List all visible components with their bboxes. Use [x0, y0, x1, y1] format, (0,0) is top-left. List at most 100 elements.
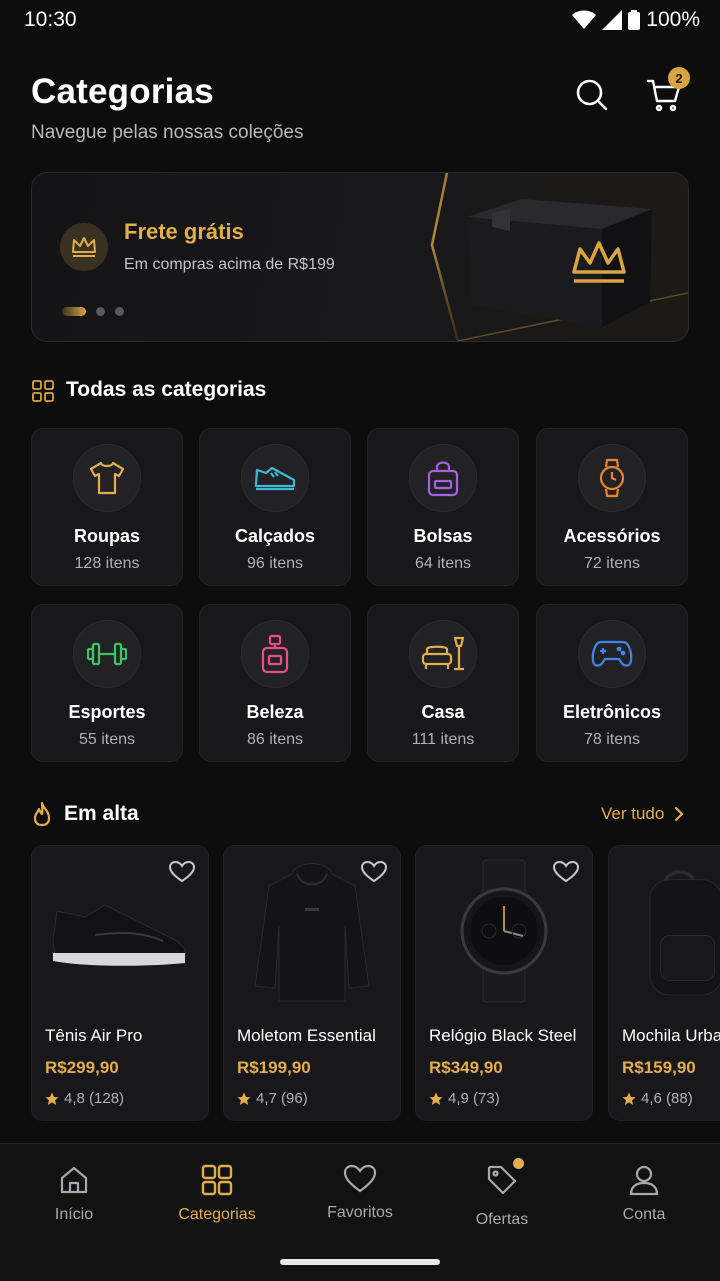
notification-dot	[513, 1158, 524, 1169]
heart-icon	[169, 861, 195, 883]
category-count: 78 itens	[583, 731, 641, 748]
heart-icon	[553, 861, 579, 883]
product-price: R$159,90	[622, 1058, 696, 1077]
category-card-casa[interactable]: Casa 111 itens	[367, 604, 519, 762]
sofa-lamp-icon	[421, 636, 465, 671]
category-card-bolsas[interactable]: Bolsas 64 itens	[367, 428, 519, 586]
product-rating-value: 4,7 (96)	[256, 1090, 308, 1107]
crown-badge	[60, 223, 108, 271]
gamepad-icon	[591, 640, 633, 667]
crown-icon	[72, 237, 96, 257]
nav-item-inicio[interactable]: Início	[2, 1164, 146, 1224]
watch-icon	[599, 458, 625, 498]
page-subtitle: Navegue pelas nossas coleções	[31, 122, 304, 143]
nav-item-favoritos[interactable]: Favoritos	[288, 1164, 432, 1222]
category-count: 72 itens	[583, 555, 641, 572]
product-rating-value: 4,6 (88)	[641, 1090, 693, 1107]
chevron-right-icon	[675, 806, 684, 822]
star-icon	[237, 1092, 251, 1105]
product-image	[609, 846, 720, 1016]
category-name: Roupas	[73, 526, 140, 546]
promo-banner[interactable]: Frete grátis Em compras acima de R$199	[31, 172, 689, 342]
grid-section-icon	[32, 380, 54, 402]
banner-subtitle: Em compras acima de R$199	[124, 256, 335, 273]
carousel-dot-active[interactable]	[62, 307, 86, 316]
category-card-esportes[interactable]: Esportes 55 itens	[31, 604, 183, 762]
product-name: Mochila Urba	[622, 1026, 720, 1045]
category-icon-circle	[241, 620, 309, 688]
flame-icon	[33, 801, 51, 827]
category-card-roupas[interactable]: Roupas 128 itens	[31, 428, 183, 586]
backpack-image	[649, 870, 720, 996]
category-card-beleza[interactable]: Beleza 86 itens	[199, 604, 351, 762]
carousel-dot[interactable]	[96, 307, 105, 316]
carousel-dot[interactable]	[115, 307, 124, 316]
category-count: 111 itens	[411, 731, 475, 748]
battery-level: 100%	[646, 8, 700, 31]
product-card[interactable]: Relógio Black Steel R$349,90 4,9 (73)	[415, 845, 593, 1121]
categories-section-title: Todas as categorias	[66, 378, 267, 401]
favorite-button[interactable]	[168, 858, 196, 886]
cart-count-badge: 2	[668, 67, 690, 89]
category-icon-circle	[73, 620, 141, 688]
nav-label: Categorias	[178, 1206, 256, 1223]
sneaker-icon	[254, 466, 296, 491]
category-name: Eletrônicos	[562, 702, 662, 722]
search-button[interactable]	[568, 71, 616, 119]
nav-label: Início	[54, 1206, 94, 1223]
nav-item-conta[interactable]: Conta	[572, 1164, 716, 1224]
carousel-dots[interactable]	[62, 307, 124, 316]
home-indicator[interactable]	[280, 1259, 440, 1265]
product-rating: 4,7 (96)	[237, 1090, 308, 1107]
product-rating: 4,9 (73)	[429, 1090, 500, 1107]
user-icon	[629, 1165, 659, 1196]
category-count: 128 itens	[74, 555, 140, 572]
favorite-button[interactable]	[360, 858, 388, 886]
see-all-link[interactable]: Ver tudo	[601, 804, 684, 824]
tag-icon	[487, 1165, 517, 1195]
category-name: Esportes	[68, 702, 146, 722]
tshirt-icon	[89, 461, 125, 495]
product-rating-value: 4,9 (73)	[448, 1090, 500, 1107]
grid-icon	[201, 1164, 233, 1196]
category-icon-circle	[409, 620, 477, 688]
nav-label: Favoritos	[327, 1204, 393, 1221]
category-icon-circle	[578, 620, 646, 688]
favorite-button[interactable]	[552, 858, 580, 886]
hoodie-image	[254, 863, 370, 1002]
product-price: R$299,90	[45, 1058, 119, 1077]
product-card[interactable]: Moletom Essential R$199,90 4,7 (96)	[223, 845, 401, 1121]
product-price: R$349,90	[429, 1058, 503, 1077]
signal-icon	[602, 10, 623, 30]
banner-title: Frete grátis	[124, 219, 244, 244]
category-name: Bolsas	[413, 526, 473, 546]
nav-item-categorias[interactable]: Categorias	[145, 1164, 289, 1224]
cart-button[interactable]: 2	[640, 67, 690, 119]
tag-icon-wrap	[486, 1158, 524, 1201]
see-all-label: Ver tudo	[601, 804, 665, 823]
page-title: Categorias	[31, 72, 214, 111]
sneaker-image	[52, 904, 186, 966]
category-icon-circle	[241, 444, 309, 512]
category-name: Acessórios	[563, 526, 661, 546]
status-time: 10:30	[24, 8, 77, 31]
category-card-acessorios[interactable]: Acessórios 72 itens	[536, 428, 688, 586]
category-icon-circle	[409, 444, 477, 512]
product-card[interactable]: Tênis Air Pro R$299,90 4,8 (128)	[31, 845, 209, 1121]
dumbbell-icon	[87, 642, 127, 666]
category-name: Beleza	[246, 702, 304, 722]
nav-item-ofertas[interactable]: Ofertas	[430, 1158, 574, 1229]
trending-section-title: Em alta	[64, 802, 139, 825]
product-card[interactable]: Mochila Urba R$159,90 4,6 (88)	[608, 845, 720, 1121]
category-card-eletronicos[interactable]: Eletrônicos 78 itens	[536, 604, 688, 762]
gift-box-image	[467, 199, 652, 327]
heart-icon	[361, 861, 387, 883]
product-rating: 4,8 (128)	[45, 1090, 124, 1107]
star-icon	[45, 1092, 59, 1105]
category-count: 86 itens	[246, 731, 304, 748]
category-card-calcados[interactable]: Calçados 96 itens	[199, 428, 351, 586]
star-icon	[622, 1092, 636, 1105]
search-icon	[576, 79, 608, 111]
battery-icon	[628, 10, 641, 30]
category-name: Casa	[421, 702, 465, 722]
